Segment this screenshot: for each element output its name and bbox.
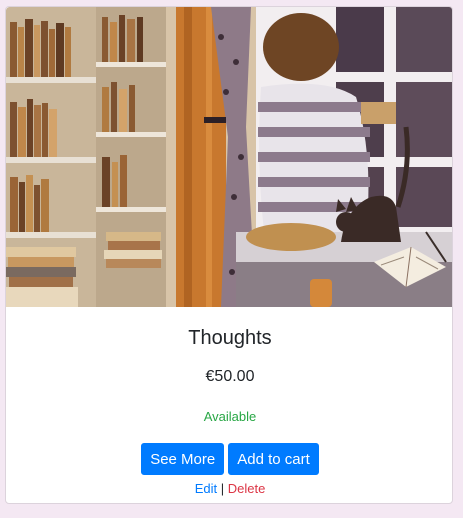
product-card: Thoughts €50.00 Available See More Add t… (5, 6, 453, 504)
edit-link[interactable]: Edit (195, 481, 217, 496)
delete-link[interactable]: Delete (228, 481, 266, 496)
product-title: Thoughts (188, 327, 272, 349)
link-separator: | (220, 481, 225, 496)
product-price: €50.00 (205, 368, 255, 385)
availability-status: Available (203, 409, 257, 424)
admin-links: Edit | Delete (6, 481, 452, 496)
action-buttons: See More Add to cart (6, 443, 452, 475)
product-image (6, 7, 452, 307)
see-more-button[interactable]: See More (141, 443, 225, 475)
add-to-cart-button[interactable]: Add to cart (228, 443, 319, 475)
card-body: Thoughts €50.00 Available See More Add t… (6, 307, 452, 503)
